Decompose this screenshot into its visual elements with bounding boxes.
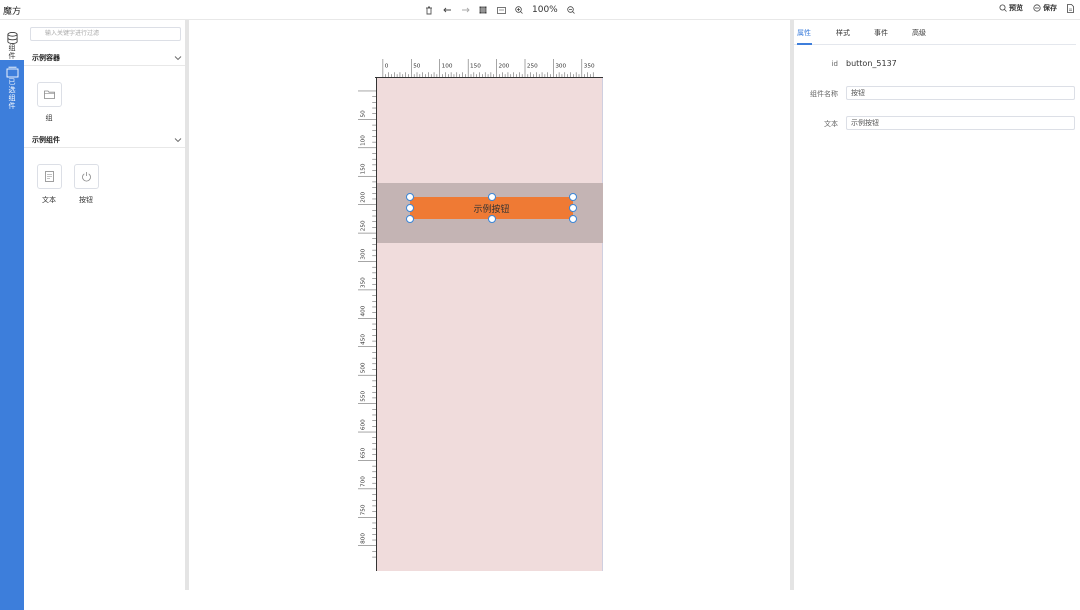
resize-handle-bottom-right[interactable]: [569, 215, 577, 223]
resize-handle-top[interactable]: [488, 193, 496, 201]
ruler-label: 300: [361, 248, 367, 259]
preview-label: 预览: [1009, 4, 1023, 12]
component-item-button[interactable]: 按钮: [73, 164, 99, 205]
ruler-label: 50: [361, 110, 367, 118]
name-label: 组件名称: [810, 90, 838, 98]
component-panel: 输入关键字进行过滤 示例容器 组 示例组件 文本 按钮: [24, 20, 186, 590]
layers-icon: [6, 66, 18, 78]
ruler-label: 800: [361, 533, 367, 544]
ruler-label: 250: [527, 64, 538, 70]
component-item-group[interactable]: 组: [36, 82, 62, 123]
ruler-label: 0: [385, 64, 389, 70]
resize-handle-top-left[interactable]: [406, 193, 414, 201]
nav-item-selected[interactable]: 已选组件: [0, 60, 24, 610]
id-label: id: [831, 60, 838, 68]
ruler-label: 650: [361, 447, 367, 458]
tab-events[interactable]: 事件: [874, 28, 888, 38]
ruler-label: 100: [361, 135, 367, 146]
ruler-label: 750: [361, 504, 367, 515]
ruler-label: 150: [470, 64, 481, 70]
right-toolbar: 预览 保存: [999, 3, 1074, 13]
text-doc-icon: [44, 171, 54, 182]
horizontal-ruler: 0 50 100 150 200 250 300 350: [375, 59, 603, 78]
properties-panel: 属性 样式 事件 高级 id button_5137 组件名称 按钮 文本 示例…: [794, 20, 1080, 590]
ruler-label: 500: [361, 362, 367, 373]
ruler-label: 100: [442, 64, 453, 70]
folder-icon: [43, 90, 55, 99]
text-label: 文本: [824, 120, 838, 128]
database-icon: [6, 32, 18, 44]
screen-icon[interactable]: [496, 4, 506, 16]
text-input[interactable]: 示例按钮: [846, 116, 1075, 130]
power-icon: [81, 172, 91, 182]
id-value: button_5137: [846, 59, 897, 68]
resize-handle-top-right[interactable]: [569, 193, 577, 201]
ruler-label: 600: [361, 419, 367, 430]
section-title: 示例组件: [32, 136, 60, 144]
tab-style[interactable]: 样式: [836, 28, 850, 38]
ruler-label: 450: [361, 334, 367, 345]
component-label: 组: [45, 114, 53, 122]
tab-properties[interactable]: 属性: [797, 28, 811, 38]
tab-advanced[interactable]: 高级: [912, 28, 926, 38]
chevron-down-icon: [174, 138, 182, 143]
chevron-down-icon: [174, 56, 182, 61]
section-header-components[interactable]: 示例组件: [24, 132, 186, 148]
redo-arrow-icon[interactable]: [460, 4, 470, 16]
save-label: 保存: [1043, 4, 1057, 12]
resize-handle-left[interactable]: [406, 204, 414, 212]
section-header-containers[interactable]: 示例容器: [24, 50, 186, 66]
ruler-label: 700: [361, 476, 367, 487]
component-item-text[interactable]: 文本: [36, 164, 62, 205]
grid-icon[interactable]: [478, 4, 488, 16]
ruler-labels: 0 50 100 150 200 250 300 350: [385, 64, 595, 70]
export-button[interactable]: [1067, 3, 1074, 13]
preview-button[interactable]: 预览: [999, 3, 1023, 13]
ruler-label: 200: [361, 192, 367, 203]
component-tile: [73, 164, 99, 189]
component-name-input[interactable]: 按钮: [846, 86, 1075, 100]
document-icon: [1067, 3, 1074, 13]
zoom-in-icon[interactable]: [514, 4, 524, 16]
ruler-label: 250: [361, 220, 367, 231]
component-label: 按钮: [79, 196, 93, 204]
search-input[interactable]: 输入关键字进行过滤: [30, 27, 181, 41]
resize-handle-bottom-left[interactable]: [406, 215, 414, 223]
ruler-label: 350: [584, 64, 595, 70]
preview-icon: [999, 4, 1007, 12]
ruler-label: 550: [361, 390, 367, 401]
save-icon: [1033, 4, 1041, 12]
ruler-label: 400: [361, 305, 367, 316]
left-splitter[interactable]: [185, 20, 189, 590]
device-canvas[interactable]: [377, 78, 603, 571]
component-tile: [36, 164, 62, 189]
nav-item-label: 已选组件: [8, 78, 16, 110]
properties-tabs: 属性 样式 事件 高级: [794, 20, 1076, 45]
save-button[interactable]: 保存: [1033, 3, 1057, 13]
nav-column: 组件 已选组件: [0, 20, 24, 610]
resize-handle-bottom[interactable]: [488, 215, 496, 223]
zoom-level: 100%: [532, 5, 558, 15]
active-tab-indicator: [797, 43, 812, 45]
canvas-toolbar: 100%: [424, 3, 576, 17]
ruler-label: 300: [555, 64, 566, 70]
nav-item-components[interactable]: 组件: [0, 26, 24, 60]
ruler-label: 350: [361, 277, 367, 288]
trash-icon[interactable]: [424, 4, 434, 16]
component-label: 文本: [42, 196, 56, 204]
nav-item-label: 组件: [8, 44, 16, 60]
component-tile: [36, 82, 62, 107]
resize-handle-right[interactable]: [569, 204, 577, 212]
ruler-label: 50: [413, 64, 421, 70]
zoom-out-icon[interactable]: [566, 4, 576, 16]
ruler-label: 200: [498, 64, 509, 70]
vertical-ruler: 50 100 150 200 250 300 350 400 450 500 550 600 650 70…: [358, 78, 377, 571]
top-bar: 魔方 100% 预览 保存: [0, 0, 1080, 20]
app-title: 魔方: [3, 7, 22, 17]
undo-arrow-icon[interactable]: [442, 4, 452, 16]
ruler-label: 150: [361, 163, 367, 174]
section-title: 示例容器: [32, 54, 60, 62]
ruler-labels: 50 100 150 200 250 300 350 400 450 500 550 600 650 70…: [361, 110, 367, 544]
